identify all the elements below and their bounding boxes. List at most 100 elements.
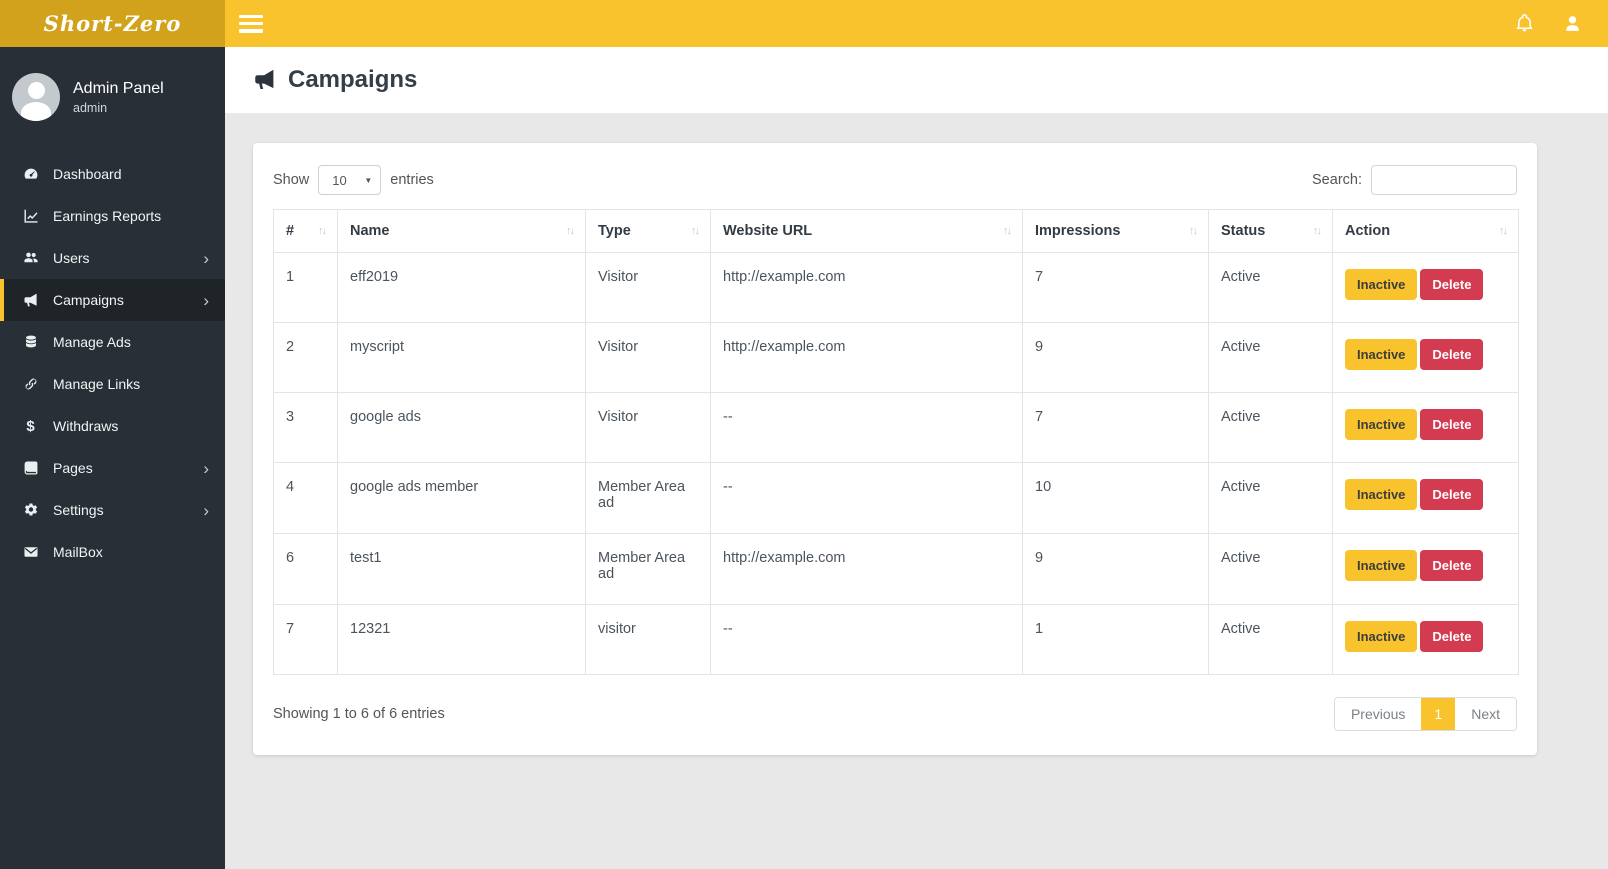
sort-icon: ↑↓ [1189,225,1198,237]
chart-line-icon [22,208,39,225]
pagination-next-button[interactable]: Next [1455,698,1516,730]
brand-logo-area[interactable]: Short-Zero [0,0,225,47]
cell-website-url[interactable]: http://example.com [710,252,1023,323]
page-size-value: 10 [332,172,347,188]
sidebar-item-manage-links[interactable]: Manage Links [0,363,225,405]
delete-button[interactable]: Delete [1420,621,1484,652]
book-icon [22,460,39,477]
delete-button[interactable]: Delete [1420,269,1484,300]
search-label: Search: [1312,172,1362,188]
cell-website-url[interactable]: -- [710,462,1023,534]
column-header-num[interactable]: # ↑↓ [273,209,338,253]
sidebar-item-mailbox[interactable]: MailBox [0,531,225,573]
show-label: Show [273,172,310,188]
cell-status: Active [1208,533,1333,605]
delete-button[interactable]: Delete [1420,339,1484,370]
sidebar-item-label: Withdraws [53,418,119,434]
cell-website-url[interactable]: http://example.com [710,533,1023,605]
envelope-icon [22,544,39,561]
column-header-status[interactable]: Status ↑↓ [1208,209,1333,253]
cell-num: 7 [273,604,338,675]
column-header-website-url[interactable]: Website URL ↑↓ [710,209,1023,253]
sidebar-item-label: Campaigns [53,292,124,308]
dashboard-gauge-icon [22,166,39,183]
dollar-icon: $ [26,417,35,435]
pagination-previous-button[interactable]: Previous [1334,698,1422,730]
sidebar-item-label: Users [53,250,90,266]
sidebar-toggle-button[interactable] [239,14,263,33]
inactive-button[interactable]: Inactive [1345,479,1418,510]
page-title: Campaigns [288,66,418,93]
cell-website-url[interactable]: http://example.com [710,322,1023,393]
content-body: Show 10 ▼ entries Search: # ↑↓ Name ↑↓ T… [225,113,1608,785]
cell-num: 6 [273,533,338,605]
page-length-control: Show 10 ▼ entries [273,165,434,195]
column-header-action[interactable]: Action ↑↓ [1332,209,1519,253]
gear-icon [22,502,39,519]
inactive-button[interactable]: Inactive [1345,621,1418,652]
cell-type: Visitor [585,392,711,463]
sidebar-item-label: Pages [53,460,93,476]
sidebar-item-pages[interactable]: Pages › [0,447,225,489]
cell-action: Inactive Delete [1332,604,1519,675]
inactive-button[interactable]: Inactive [1345,409,1418,440]
cell-impressions: 9 [1022,322,1209,393]
cell-action: Inactive Delete [1332,252,1519,323]
sort-icon: ↑↓ [1313,225,1322,237]
table-footer: Showing 1 to 6 of 6 entries Previous 1 N… [273,697,1517,731]
cell-num: 2 [273,322,338,393]
cell-status: Active [1208,392,1333,463]
cell-type: Visitor [585,252,711,323]
chevron-right-icon: › [203,500,209,520]
cell-name: test1 [337,533,586,605]
table-row: 1 eff2019 Visitor http://example.com 7 A… [273,252,1519,323]
inactive-button[interactable]: Inactive [1345,550,1418,581]
campaigns-table: # ↑↓ Name ↑↓ Type ↑↓ Website URL ↑↓ Impressi… [273,209,1519,675]
user-role: admin [73,101,108,116]
sidebar-user-panel: Admin Panel admin [0,47,225,139]
delete-button[interactable]: Delete [1420,409,1484,440]
column-header-name[interactable]: Name ↑↓ [337,209,586,253]
table-row: 3 google ads Visitor -- 7 Active Inactiv… [273,392,1519,463]
notifications-bell-icon[interactable] [1514,14,1534,34]
inactive-button[interactable]: Inactive [1345,269,1418,300]
sidebar-item-label: Dashboard [53,166,122,182]
sort-icon: ↑↓ [566,225,575,237]
table-controls: Show 10 ▼ entries Search: [273,165,1517,195]
sort-icon: ↑↓ [318,225,327,237]
cell-website-url[interactable]: -- [710,392,1023,463]
column-header-type[interactable]: Type ↑↓ [585,209,711,253]
sidebar-item-campaigns[interactable]: Campaigns › [0,279,225,321]
delete-button[interactable]: Delete [1420,479,1484,510]
sidebar-item-earnings-reports[interactable]: Earnings Reports [0,195,225,237]
sort-icon: ↑↓ [1499,225,1508,237]
table-row: 4 google ads member Member Area ad -- 10… [273,462,1519,534]
link-icon [22,376,39,393]
cell-action: Inactive Delete [1332,462,1519,534]
cell-type: Visitor [585,322,711,393]
topbar-main [225,0,1608,47]
column-header-impressions[interactable]: Impressions ↑↓ [1022,209,1209,253]
inactive-button[interactable]: Inactive [1345,339,1418,370]
sidebar-item-settings[interactable]: Settings › [0,489,225,531]
cell-num: 1 [273,252,338,323]
delete-button[interactable]: Delete [1420,550,1484,581]
cell-action: Inactive Delete [1332,322,1519,393]
cell-impressions: 1 [1022,604,1209,675]
user-account-icon[interactable] [1562,14,1582,34]
cell-website-url[interactable]: -- [710,604,1023,675]
pagination-page-1-button[interactable]: 1 [1421,698,1456,730]
sidebar-item-manage-ads[interactable]: Manage Ads [0,321,225,363]
sidebar-item-dashboard[interactable]: Dashboard [0,153,225,195]
search-input[interactable] [1371,165,1517,195]
cell-type: Member Area ad [585,462,711,534]
content-header: Campaigns [225,47,1608,113]
sidebar-item-withdraws[interactable]: $ Withdraws [0,405,225,447]
select-dropdown-arrow-icon: ▼ [364,175,373,185]
avatar [12,73,60,121]
page-size-select[interactable]: 10 ▼ [318,165,382,195]
sidebar-item-label: Earnings Reports [53,208,162,224]
cell-status: Active [1208,322,1333,393]
sidebar-item-users[interactable]: Users › [0,237,225,279]
cell-type: Member Area ad [585,533,711,605]
